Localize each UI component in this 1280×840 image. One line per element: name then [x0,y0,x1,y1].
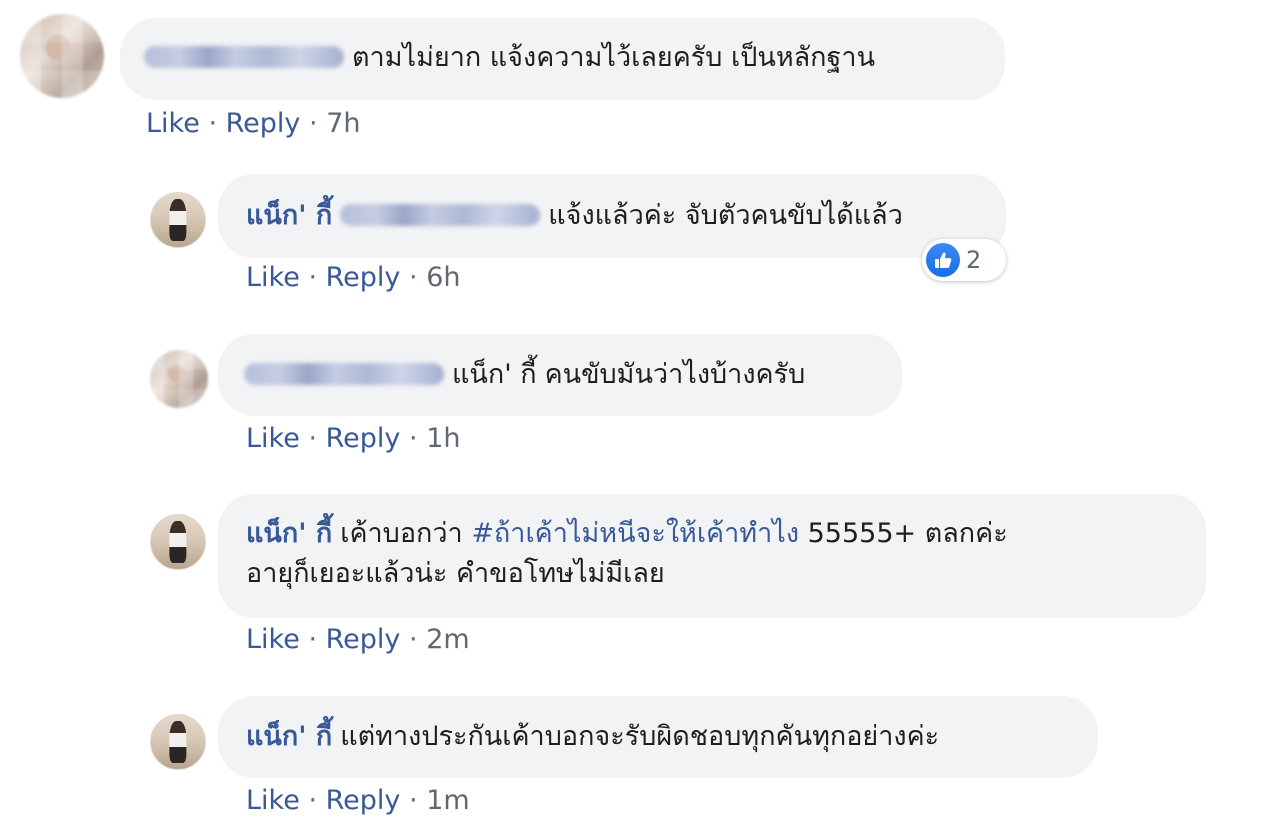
author-name[interactable]: แน็ก' กี้ [246,721,332,752]
avatar-blurred[interactable] [150,350,208,408]
avatar[interactable] [150,514,206,570]
reply-link[interactable]: Reply [326,262,401,293]
like-link[interactable]: Like [246,624,300,655]
reaction-count-value: 2 [966,246,982,274]
timestamp[interactable]: 7h [326,108,360,139]
separator: · [308,624,318,655]
comment-text-line: แน็ก' กี้ เค้าบอกว่า #ถ้าเค้าไม่หนีจะให้เ… [246,514,1178,554]
comment-actions: Like · Reply · 1m [246,785,470,816]
comment-text-line: แน็ก' กี้ แจ้งแล้วค่ะ จับตัวคนขับได้แล้ว [246,200,903,231]
timestamp[interactable]: 6h [426,262,460,293]
blurred-author-name[interactable] [144,46,344,68]
blurred-author-name[interactable] [244,363,444,385]
comment-actions: Like · Reply · 6h [246,262,460,293]
reply-link[interactable]: Reply [326,423,401,454]
comment-text-line-2: อายุก็เยอะแล้วน่ะ คำขอโทษไม่มีเลย [246,558,665,589]
blurred-mention[interactable] [340,204,541,226]
author-name[interactable]: แน็ก' กี้ [246,518,332,549]
avatar[interactable] [150,714,206,770]
separator: · [309,108,318,139]
separator: · [409,624,418,655]
separator: · [409,423,418,454]
comment-actions: Like · Reply · 7h [146,108,360,139]
comment-text: ตามไม่ยาก แจ้งความไว้เลยครับ เป็นหลักฐาน [352,42,876,73]
reply-link[interactable]: Reply [226,108,301,139]
comment-bubble: แน็ก' กี้ แต่ทางประกันเค้าบอกจะรับผิดชอบท… [218,696,1098,778]
author-name[interactable]: แน็ก' กี้ [246,200,332,231]
reply-link[interactable]: Reply [326,785,401,816]
mention-name[interactable]: แน็ก' กี้ [452,359,537,390]
separator: · [409,262,418,293]
separator: · [308,262,318,293]
like-link[interactable]: Like [246,262,300,293]
separator: · [308,785,318,816]
avatar[interactable] [150,192,206,248]
like-link[interactable]: Like [246,423,300,454]
separator: · [308,423,318,454]
comment-text: 55555+ ตลกค่ะ [807,518,1008,549]
comment-text: คนขับมันว่าไงบ้างครับ [544,359,806,390]
comment-bubble: แน็ก' กี้ เค้าบอกว่า #ถ้าเค้าไม่หนีจะให้เ… [218,494,1206,618]
comment-bubble: ตามไม่ยาก แจ้งความไว้เลยครับ เป็นหลักฐาน [120,18,1005,100]
comment-text-line: ตามไม่ยาก แจ้งความไว้เลยครับ เป็นหลักฐาน [144,42,875,73]
comment-actions: Like · Reply · 2m [246,624,470,655]
hashtag-link[interactable]: #ถ้าเค้าไม่หนีจะให้เค้าทำไง [471,518,799,549]
like-link[interactable]: Like [246,785,300,816]
comment-text: เค้าบอกว่า [340,518,463,549]
avatar-blurred[interactable] [20,14,104,98]
timestamp[interactable]: 2m [426,624,469,655]
comment-bubble: แน็ก' กี้ แจ้งแล้วค่ะ จับตัวคนขับได้แล้ว [218,174,1006,258]
reply-link[interactable]: Reply [326,624,401,655]
timestamp[interactable]: 1m [426,785,469,816]
like-link[interactable]: Like [146,108,200,139]
separator: · [208,108,218,139]
separator: · [409,785,418,816]
comment-text: แจ้งแล้วค่ะ จับตัวคนขับได้แล้ว [548,200,903,231]
comment-text-line: แน็ก' กี้ คนขับมันว่าไงบ้างครับ [244,359,805,390]
comment-text: แต่ทางประกันเค้าบอกจะรับผิดชอบทุกคันทุกอ… [340,721,940,752]
thumbs-up-icon [926,243,960,277]
comment-text-line: แน็ก' กี้ แต่ทางประกันเค้าบอกจะรับผิดชอบท… [246,721,939,752]
comment-bubble: แน็ก' กี้ คนขับมันว่าไงบ้างครับ [218,334,902,416]
reaction-count[interactable]: 2 [922,239,1006,281]
timestamp[interactable]: 1h [426,423,460,454]
comment-actions: Like · Reply · 1h [246,423,460,454]
